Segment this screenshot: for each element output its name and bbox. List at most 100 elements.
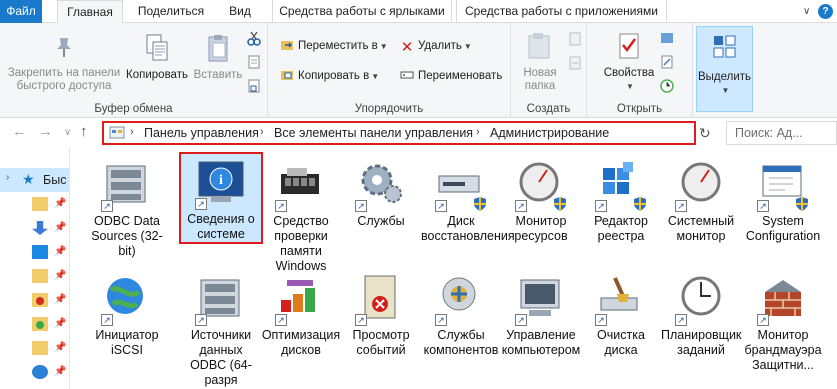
shortcut-arrow-icon: ↗ [595, 200, 607, 212]
up-arrow-icon[interactable]: ↑ [80, 123, 88, 140]
paste-button[interactable]: Вставить [192, 33, 244, 82]
chevron-down-icon[interactable]: ∨ [799, 4, 815, 20]
event-viewer-icon: ↗ [353, 270, 409, 326]
item-memory-check[interactable]: ↗ Средство проверки памяти Windows [261, 156, 341, 274]
open-icon[interactable] [659, 30, 675, 49]
nav-item-8[interactable]: 📌 [0, 361, 69, 385]
move-to-label: Переместить в [298, 40, 378, 52]
tab-shortcut-tools[interactable]: Средства работы с ярлыками [272, 0, 452, 23]
item-resource-monitor[interactable]: ↗ Монитор ресурсов [501, 156, 581, 244]
tab-share[interactable]: Поделиться [131, 0, 211, 23]
folder-icon [32, 269, 48, 283]
item-perf-monitor[interactable]: ↗ Системный монитор [661, 156, 741, 244]
properties-button[interactable]: Свойства ▼ [601, 31, 657, 93]
item-services[interactable]: ↗ Службы [341, 156, 421, 229]
item-label: Службы компонентов [423, 328, 499, 357]
pin-icon: 📌 [54, 246, 67, 257]
item-iscsi[interactable]: ↗ Инициатор iSCSI [87, 270, 167, 358]
copy-button[interactable]: Копировать [125, 33, 189, 82]
shortcut-arrow-icon: ↗ [101, 200, 113, 212]
nav-item-3[interactable]: 📌 [0, 241, 69, 265]
item-firewall[interactable]: ↗ Монитор брандмауэра Защитни... [743, 270, 823, 373]
ribbon-controls: ∨ ? [799, 3, 833, 20]
clipboard-group-label: Буфер обмена [94, 103, 173, 115]
copy-path-icon[interactable] [246, 54, 262, 73]
defrag-icon: ↗ [273, 270, 329, 326]
item-label: System Configuration [745, 214, 821, 243]
item-task-scheduler[interactable]: ↗ Планировщик заданий [661, 270, 741, 358]
ribbon-tabs: Файл Главная Поделиться Вид Средства раб… [0, 0, 837, 24]
breadcrumb-control-panel[interactable]: Панель управления [144, 126, 259, 140]
item-label: Управление компьютером [501, 328, 581, 357]
expand-chevron-icon[interactable]: › [6, 172, 9, 183]
item-registry-editor[interactable]: ↗ Редактор реестра [581, 156, 661, 244]
copy-to-button[interactable]: Копировать в ▼ [280, 65, 379, 87]
file-list: ↗ ODBC Data Sources (32-bit) i ↗ Сведения… [71, 148, 837, 389]
rename-label: Переименовать [418, 70, 503, 82]
desktop-icon [32, 245, 48, 259]
nav-item-5[interactable]: 📌 [0, 289, 69, 313]
item-odbc64[interactable]: ↗ Источники данных ODBC (64-разря [181, 270, 261, 388]
select-button[interactable]: Выделить ▼ [696, 26, 753, 112]
rename-button[interactable]: Переименовать [400, 65, 502, 87]
breadcrumb-administration[interactable]: Администрирование [490, 126, 609, 140]
item-defrag[interactable]: ↗ Оптимизация дисков [261, 270, 341, 358]
item-component-services[interactable]: ↗ Службы компонентов [421, 270, 501, 358]
paste-shortcut-icon[interactable] [246, 78, 262, 97]
shortcut-arrow-icon: ↗ [355, 200, 367, 212]
search-box[interactable]: Поиск: Ад... [726, 121, 837, 145]
address-bar[interactable]: › Панель управления › Все элементы панел… [102, 121, 696, 145]
forward-arrow-icon[interactable]: → [38, 123, 53, 140]
rename-icon [400, 71, 414, 79]
tab-file[interactable]: Файл [0, 0, 42, 23]
pin-quick-access-button[interactable]: Закрепить на панели быстрого доступа [4, 35, 124, 93]
services-gear-icon: ↗ [353, 156, 409, 212]
item-recovery-drive[interactable]: ↗ Диск восстановления [421, 156, 515, 244]
item-system-config[interactable]: ↗ System Configuration [743, 156, 823, 244]
shortcut-arrow-icon: ↗ [195, 314, 207, 326]
edit-icon[interactable] [659, 54, 675, 73]
shortcut-arrow-icon: ↗ [757, 314, 769, 326]
refresh-icon[interactable]: ↻ [699, 125, 711, 142]
pin-icon: 📌 [54, 270, 67, 281]
shortcut-arrow-icon: ↗ [515, 314, 527, 326]
new-folder-button[interactable]: Новая папка [517, 31, 563, 93]
pin-icon: 📌 [54, 318, 67, 329]
item-computer-management[interactable]: ↗ Управление компьютером [501, 270, 581, 358]
nav-item-7[interactable]: 📌 [0, 337, 69, 361]
shortcut-arrow-icon: ↗ [101, 314, 113, 326]
item-event-viewer[interactable]: ↗ Просмотр событий [341, 270, 421, 358]
star-icon: ★ [22, 171, 35, 187]
caret-down-icon: ▼ [463, 42, 472, 51]
cut-icon[interactable] [246, 30, 262, 49]
shortcut-arrow-icon: ↗ [675, 200, 687, 212]
help-icon[interactable]: ? [818, 4, 833, 19]
item-disk-cleanup[interactable]: ↗ Очистка диска [581, 270, 661, 358]
tab-view[interactable]: Вид [220, 0, 260, 23]
shortcut-arrow-icon: ↗ [435, 200, 447, 212]
copy-label: Копировать [126, 69, 188, 81]
item-system-info[interactable]: i ↗ Сведения о системе [179, 152, 263, 244]
nav-quick-access[interactable]: › ★ Быс [0, 168, 69, 192]
new-folder-icon [528, 33, 550, 59]
tab-home[interactable]: Главная [57, 0, 123, 24]
nav-item-4[interactable]: 📌 [0, 265, 69, 289]
easy-access-icon[interactable] [567, 55, 583, 74]
history-icon[interactable] [659, 78, 675, 97]
tab-app-tools[interactable]: Средства работы с приложениями [456, 0, 667, 23]
move-to-button[interactable]: Переместить в ▼ [280, 35, 388, 57]
group-organize: Переместить в ▼ Копировать в ▼ ✕ Удалить ▼ П… [268, 23, 511, 118]
svg-text:i: i [219, 173, 223, 188]
disk-cleanup-icon: ↗ [593, 270, 649, 326]
recent-chevron-icon[interactable]: ∨ [64, 127, 71, 138]
nav-item-6[interactable]: 📌 [0, 313, 69, 337]
back-arrow-icon[interactable]: ← [12, 123, 27, 140]
select-label: Выделить [697, 71, 752, 83]
delete-button[interactable]: ✕ Удалить ▼ [400, 35, 472, 57]
new-item-icon[interactable] [567, 31, 583, 50]
nav-item-1[interactable]: 📌 [0, 193, 69, 217]
item-odbc32[interactable]: ↗ ODBC Data Sources (32-bit) [87, 156, 167, 259]
nav-item-2[interactable]: 📌 [0, 217, 69, 241]
breadcrumb-all-items[interactable]: Все элементы панели управления [274, 126, 473, 140]
green-check-icon [36, 321, 44, 329]
